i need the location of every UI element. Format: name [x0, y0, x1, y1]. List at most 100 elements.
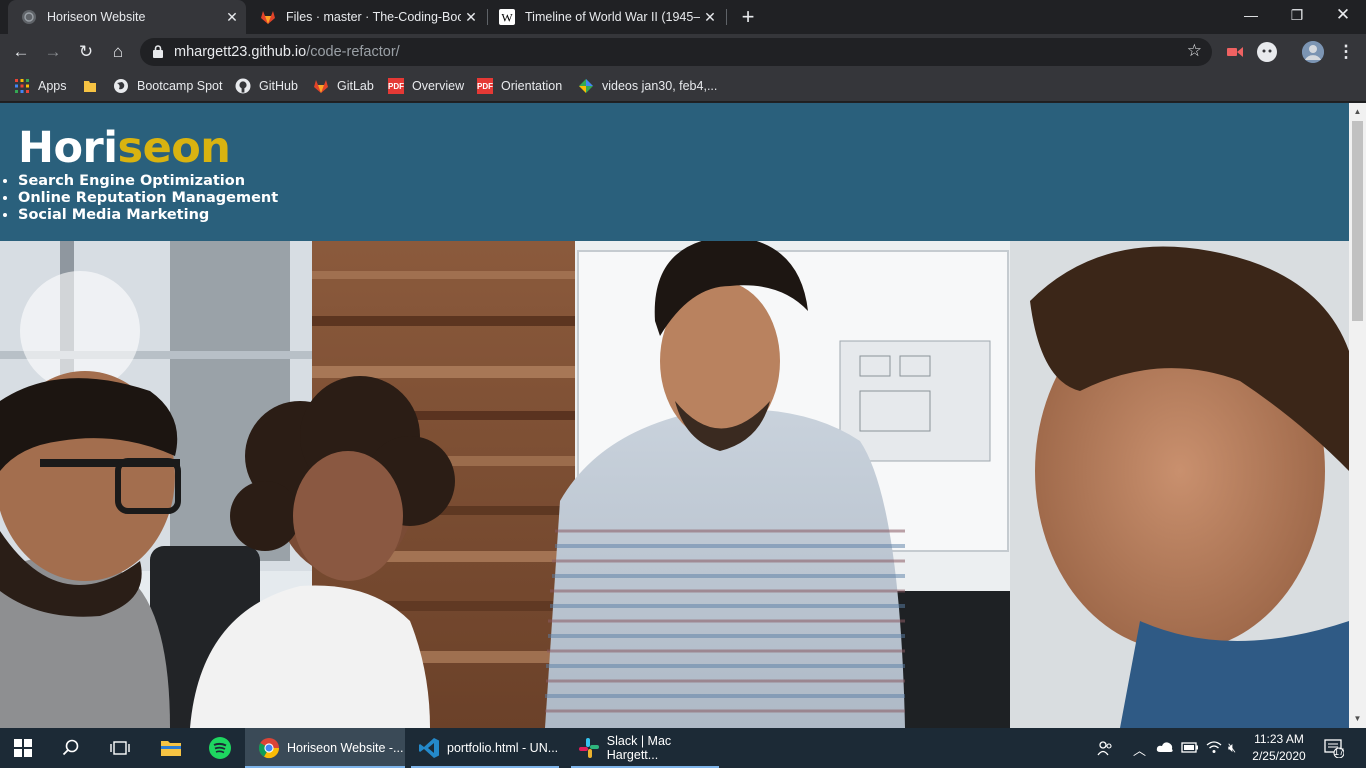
extension-icon[interactable]	[1257, 42, 1277, 62]
task-view-button[interactable]	[110, 728, 130, 768]
close-tab-icon[interactable]: ✕	[700, 9, 720, 26]
hero-photo	[0, 241, 1349, 728]
site-nav: Search Engine Optimization Online Reputa…	[18, 173, 278, 224]
url-path: /code-refactor/	[306, 44, 400, 60]
onedrive-icon[interactable]	[1156, 740, 1174, 757]
nav-item-reputation[interactable]: Online Reputation Management	[18, 190, 278, 207]
bookmark-overview[interactable]: PDF Overview	[388, 76, 464, 96]
bookmark-label: Overview	[412, 79, 465, 93]
notification-center-icon[interactable]: 17	[1324, 738, 1345, 761]
bookmark-label: Apps	[38, 79, 67, 93]
tab-title: Timeline of World War II (1945–1	[525, 10, 700, 24]
bookmark-videos[interactable]: videos jan30, feb4,...	[578, 76, 717, 96]
folder-icon	[161, 741, 181, 756]
browser-toolbar: ← → ↻ ⌂ mhargett23.github.io/code-refact…	[0, 34, 1366, 70]
tab-title: Files · master · The-Coding-Bootc	[286, 10, 461, 24]
bookmark-orientation[interactable]: PDF Orientation	[477, 76, 562, 96]
minimize-button[interactable]: —	[1228, 0, 1274, 30]
chrome-menu-icon[interactable]: ⋮	[1334, 40, 1358, 64]
url-text: mhargett23.github.io/code-refactor/	[174, 44, 400, 60]
chevron-up-icon[interactable]: ︿	[1133, 740, 1146, 759]
forward-button[interactable]: →	[41, 40, 65, 64]
people-icon[interactable]	[1097, 740, 1113, 759]
close-window-button[interactable]: ✕	[1320, 0, 1366, 30]
scroll-up-icon[interactable]: ▲	[1353, 107, 1362, 116]
battery-icon[interactable]	[1181, 740, 1199, 757]
nav-item-seo[interactable]: Search Engine Optimization	[18, 173, 278, 190]
site-header: Horiseon Search Engine Optimization Onli…	[0, 103, 1349, 241]
logo-text-primary: Hori	[18, 123, 118, 173]
wifi-icon[interactable]	[1206, 740, 1222, 757]
bookmark-label: Bootcamp Spot	[137, 79, 223, 93]
bookmark-star-icon[interactable]: ☆	[1187, 41, 1202, 61]
apps-grid-icon	[14, 78, 30, 94]
logo-text-accent: seon	[117, 123, 231, 173]
clock-date: 2/25/2020	[1252, 749, 1306, 763]
clock-time: 11:23 AM	[1254, 732, 1304, 746]
home-button[interactable]: ⌂	[106, 40, 130, 64]
pdf-icon: PDF	[388, 78, 404, 94]
globe-icon	[113, 78, 129, 94]
taskbar-app-label: Slack | Mac Hargett...	[606, 734, 672, 762]
taskbar-app-chrome[interactable]: Horiseon Website -...	[245, 728, 405, 768]
scroll-down-icon[interactable]: ▼	[1353, 714, 1362, 723]
gitlab-icon	[313, 78, 329, 94]
restore-button[interactable]: ❐	[1274, 0, 1320, 30]
notification-count: 17	[1334, 747, 1345, 757]
pdf-icon: PDF	[477, 78, 493, 94]
folder-icon	[82, 78, 98, 94]
site-logo[interactable]: Horiseon	[18, 123, 231, 173]
cast-extension-icon[interactable]	[1225, 42, 1245, 62]
new-tab-button[interactable]: +	[736, 4, 760, 30]
gitlab-icon	[260, 9, 276, 25]
search-icon	[62, 739, 79, 756]
profile-avatar[interactable]	[1302, 41, 1324, 63]
address-bar[interactable]: mhargett23.github.io/code-refactor/ ☆	[140, 38, 1212, 66]
reload-button[interactable]: ↻	[74, 40, 98, 64]
close-tab-icon[interactable]: ✕	[222, 9, 242, 26]
slack-icon	[577, 736, 601, 760]
page-scrollbar[interactable]: ▲ ▼	[1349, 103, 1366, 728]
tab-gitlab-files[interactable]: Files · master · The-Coding-Bootc ✕	[247, 0, 485, 34]
tab-horiseon[interactable]: Horiseon Website ✕	[8, 0, 246, 34]
tab-title: Horiseon Website	[47, 10, 146, 24]
drive-icon	[578, 78, 594, 94]
wikipedia-icon: W	[499, 9, 515, 25]
bookmark-bootcamp-spot[interactable]: Bootcamp Spot	[113, 76, 222, 96]
bookmark-label: GitLab	[337, 79, 374, 93]
lock-icon	[153, 45, 163, 58]
windows-logo-icon	[14, 739, 32, 757]
bookmarks-bar: Apps Bootcamp Spot GitHub GitLab PDF Ove…	[0, 70, 1366, 102]
scrollbar-thumb[interactable]	[1352, 121, 1363, 321]
nav-item-social-media[interactable]: Social Media Marketing	[18, 207, 278, 224]
tab-wikipedia[interactable]: W Timeline of World War II (1945–1 ✕	[486, 0, 724, 34]
globe-icon	[21, 9, 37, 25]
svg-text:W: W	[501, 11, 513, 25]
tab-strip: Horiseon Website ✕ Files · master · The-…	[0, 0, 1366, 34]
close-tab-icon[interactable]: ✕	[461, 9, 481, 26]
spotify-icon	[209, 737, 231, 759]
system-clock[interactable]: 11:23 AM 2/25/2020	[1240, 731, 1318, 765]
tab-separator	[726, 9, 727, 25]
page-viewport: Horiseon Search Engine Optimization Onli…	[0, 103, 1349, 728]
url-host: mhargett23.github.io	[174, 44, 307, 60]
taskbar-app-label: Horiseon Website -...	[287, 741, 404, 755]
chrome-icon	[257, 736, 281, 760]
bookmark-folder[interactable]	[82, 76, 106, 96]
windows-taskbar: Horiseon Website -... portfolio.html - U…	[0, 728, 1366, 768]
volume-muted-icon[interactable]: 🔇︎	[1228, 740, 1236, 756]
taskbar-app-vscode[interactable]: portfolio.html - UN...	[405, 728, 565, 768]
bookmark-apps[interactable]: Apps	[14, 76, 67, 96]
taskbar-app-label: portfolio.html - UN...	[447, 741, 559, 755]
start-button[interactable]	[14, 728, 32, 768]
bookmark-label: videos jan30, feb4,...	[602, 79, 718, 93]
bookmark-gitlab[interactable]: GitLab	[313, 76, 374, 96]
search-button[interactable]	[62, 728, 80, 768]
taskbar-app-slack[interactable]: Slack | Mac Hargett...	[565, 728, 725, 768]
bookmark-github[interactable]: GitHub	[235, 76, 298, 96]
file-explorer-button[interactable]	[160, 728, 182, 768]
spotify-button[interactable]	[208, 728, 232, 768]
vscode-icon	[417, 736, 441, 760]
back-button[interactable]: ←	[9, 40, 33, 64]
github-icon	[235, 78, 251, 94]
